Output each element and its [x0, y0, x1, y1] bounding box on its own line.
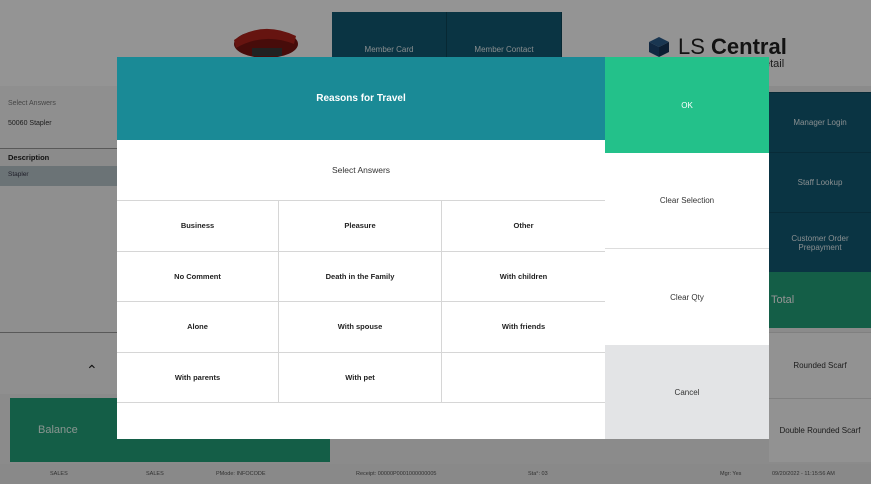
- clear-selection-button[interactable]: Clear Selection: [605, 153, 769, 249]
- dialog-title: Reasons for Travel: [117, 57, 605, 140]
- answer-empty: [442, 352, 605, 403]
- dialog-subtitle: Select Answers: [331, 165, 391, 175]
- answer-business[interactable]: Business: [117, 201, 279, 252]
- clear-qty-button[interactable]: Clear Qty: [605, 249, 769, 345]
- answer-grid: Business Pleasure Other No Comment Death…: [117, 200, 605, 403]
- ok-button[interactable]: OK: [605, 57, 769, 153]
- answer-with-pet[interactable]: With pet: [279, 352, 442, 403]
- answer-alone[interactable]: Alone: [117, 302, 279, 353]
- cancel-button[interactable]: Cancel: [605, 345, 769, 439]
- answer-with-spouse[interactable]: With spouse: [279, 302, 442, 353]
- answer-other[interactable]: Other: [442, 201, 605, 252]
- answer-with-children[interactable]: With children: [442, 251, 605, 302]
- dialog-actions: OK Clear Selection Clear Qty Cancel: [605, 57, 769, 439]
- answer-no-comment[interactable]: No Comment: [117, 251, 279, 302]
- answer-with-parents[interactable]: With parents: [117, 352, 279, 403]
- answer-death-in-the-family[interactable]: Death in the Family: [279, 251, 442, 302]
- dialog-main: Reasons for Travel Select Answers Busine…: [117, 57, 605, 439]
- answer-with-friends[interactable]: With friends: [442, 302, 605, 353]
- answer-pleasure[interactable]: Pleasure: [279, 201, 442, 252]
- reasons-for-travel-dialog: Reasons for Travel Select Answers Busine…: [117, 57, 769, 439]
